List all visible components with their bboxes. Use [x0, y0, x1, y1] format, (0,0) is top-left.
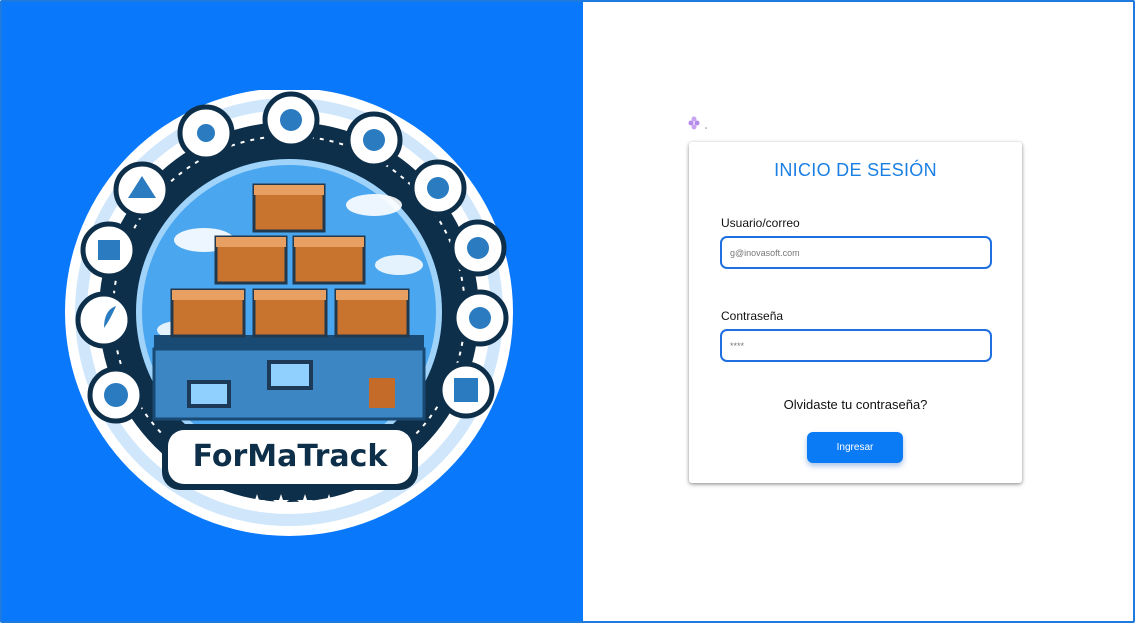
sparkle-icon [688, 115, 708, 131]
login-button[interactable]: Ingresar [807, 432, 903, 463]
password-input[interactable] [720, 329, 992, 362]
app-window: ForMaTrack INICIO DE SESIÓN Usuario/corr… [0, 0, 1135, 623]
login-title: INICIO DE SESIÓN [774, 160, 937, 180]
brand-panel: ForMaTrack [2, 2, 583, 621]
username-label: Usuario/correo [721, 216, 800, 230]
password-label: Contraseña [721, 309, 784, 323]
username-input[interactable] [720, 236, 992, 269]
login-card: INICIO DE SESIÓN Usuario/correo Contrase… [689, 142, 1022, 483]
forgot-password-link[interactable]: Olvidaste tu contraseña? [689, 397, 1022, 412]
logo-wordmark: ForMaTrack [193, 439, 389, 474]
formatrack-logo: ForMaTrack [54, 90, 524, 540]
